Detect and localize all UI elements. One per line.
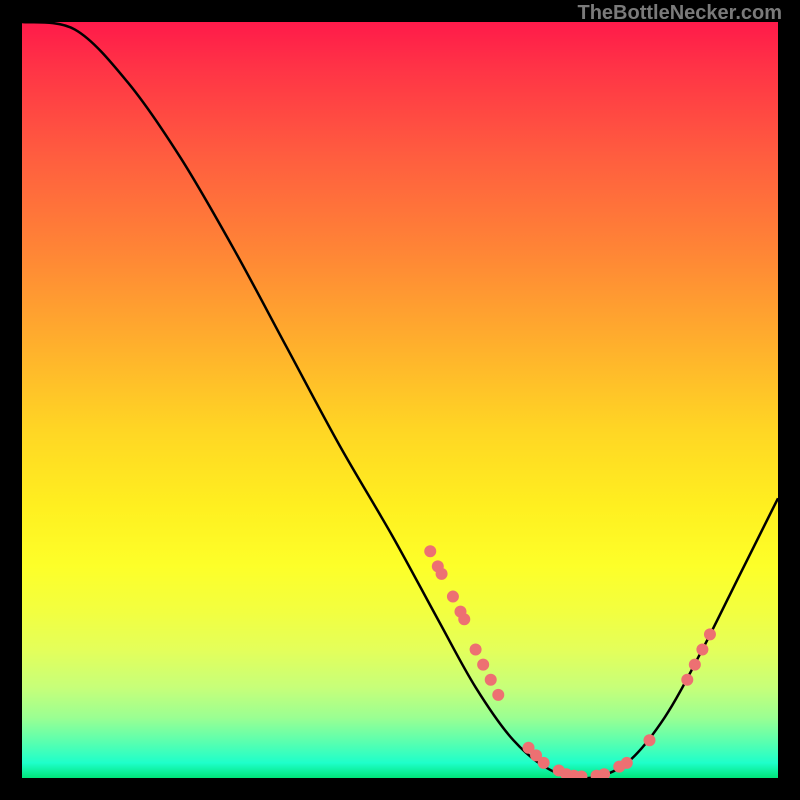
data-point	[696, 643, 708, 655]
data-point	[621, 757, 633, 769]
data-point	[477, 659, 489, 671]
watermark-text: TheBottleNecker.com	[577, 2, 782, 25]
data-point	[424, 545, 436, 557]
bottleneck-curve	[22, 22, 778, 778]
data-point	[470, 643, 482, 655]
data-point	[643, 734, 655, 746]
chart-svg	[22, 22, 778, 778]
data-point	[538, 757, 550, 769]
data-point	[492, 689, 504, 701]
data-point	[436, 568, 448, 580]
data-point	[485, 674, 497, 686]
data-point	[447, 591, 459, 603]
chart-container: TheBottleNecker.com	[0, 0, 800, 800]
data-point	[681, 674, 693, 686]
data-point	[689, 659, 701, 671]
data-point	[704, 628, 716, 640]
data-point	[598, 768, 610, 778]
data-markers	[424, 545, 716, 778]
data-point	[458, 613, 470, 625]
plot-area	[22, 22, 778, 778]
